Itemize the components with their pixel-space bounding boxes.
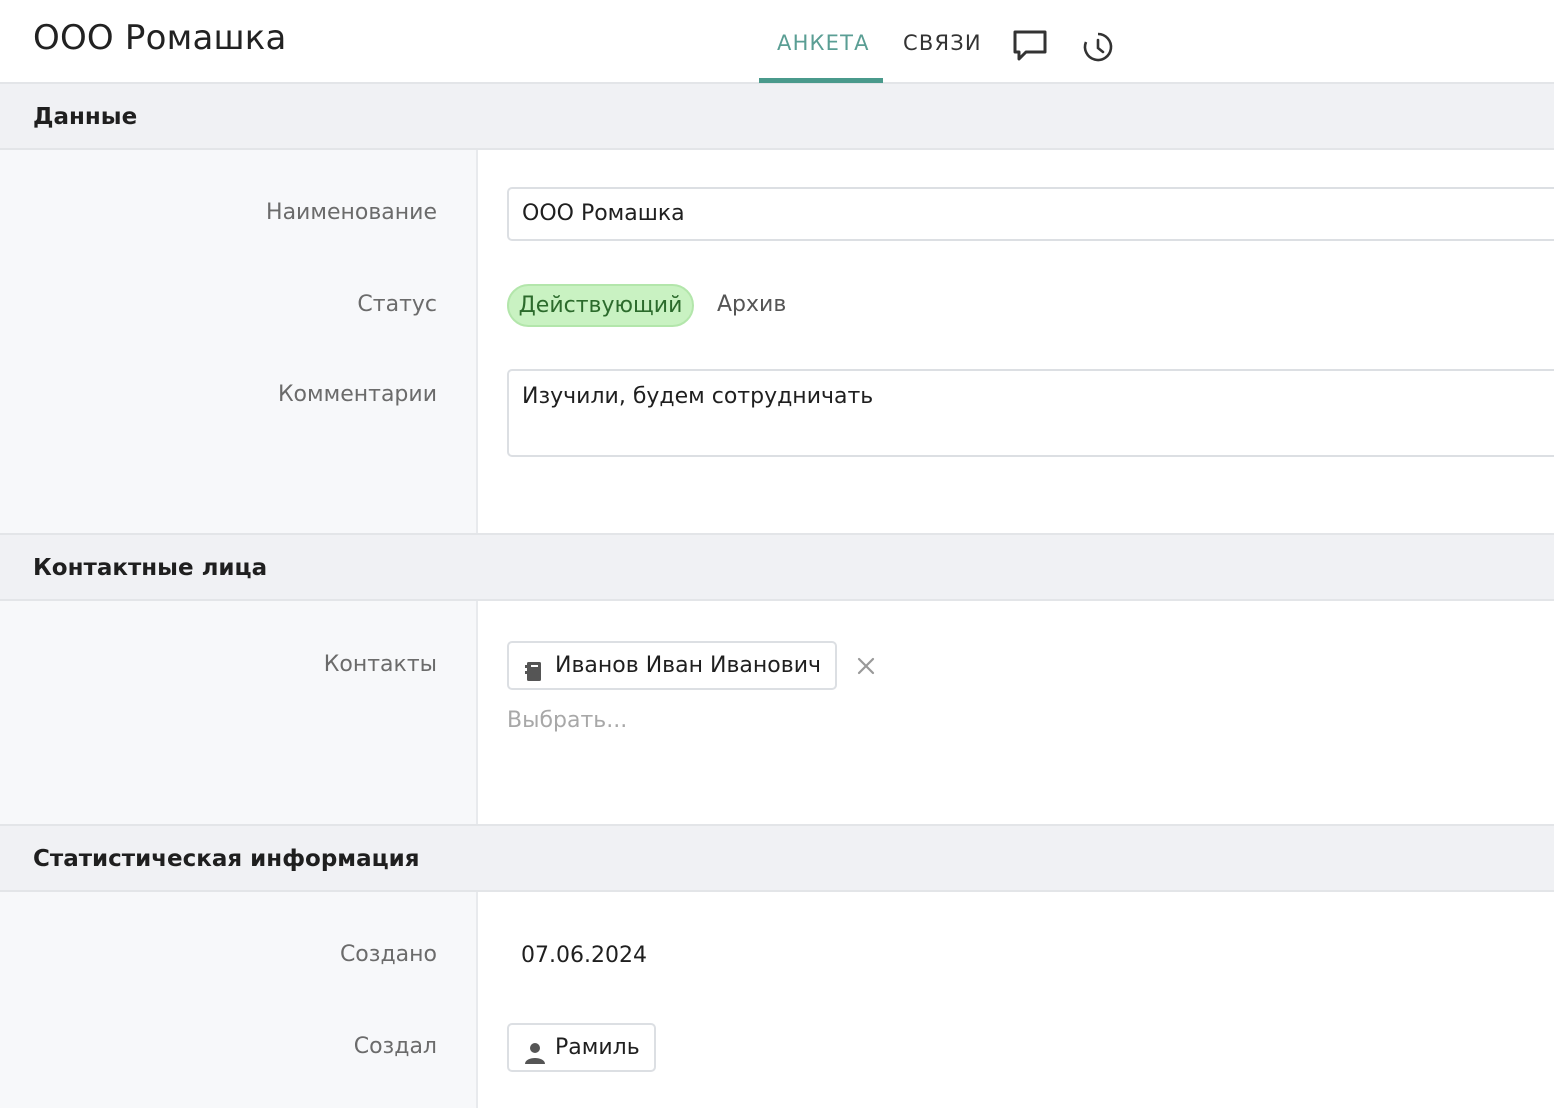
name-input[interactable]: ООО Ромашка	[507, 187, 1554, 241]
contact-card-icon	[523, 654, 545, 699]
tab-links[interactable]: СВЯЗИ	[903, 31, 982, 55]
comment-label: Комментарии	[277, 382, 437, 407]
history-icon[interactable]	[1081, 30, 1115, 68]
user-icon	[523, 1036, 547, 1081]
section-header-contacts: Контактные лица	[0, 535, 1554, 601]
contact-chip[interactable]: Иванов Иван Иванович	[507, 641, 837, 690]
section-title: Контактные лица	[33, 555, 268, 581]
status-option-archive[interactable]: Архив	[717, 292, 786, 317]
contact-name: Иванов Иван Иванович	[555, 653, 821, 678]
active-tab-indicator	[759, 78, 883, 83]
status-option-active[interactable]: Действующий	[507, 284, 694, 327]
select-contact-link[interactable]: Выбрать...	[507, 708, 627, 733]
section-header-stats: Статистическая информация	[0, 826, 1554, 892]
author-label: Создал	[353, 1034, 437, 1059]
page-header: ООО Ромашка АНКЕТА СВЯЗИ	[0, 0, 1554, 84]
label-column	[0, 601, 478, 824]
created-label: Создано	[339, 942, 437, 967]
page-title: ООО Ромашка	[33, 18, 287, 58]
name-label: Наименование	[266, 200, 437, 225]
status-label: Статус	[357, 292, 437, 317]
comment-textarea[interactable]: Изучили, будем сотрудничать	[507, 369, 1554, 457]
contacts-label: Контакты	[323, 652, 437, 677]
author-chip[interactable]: Рамиль	[507, 1023, 656, 1072]
author-name: Рамиль	[555, 1035, 640, 1060]
tab-anketa[interactable]: АНКЕТА	[777, 31, 870, 55]
section-body-stats	[0, 892, 1554, 1108]
section-header-data: Данные	[0, 84, 1554, 150]
comment-icon[interactable]	[1012, 29, 1048, 67]
section-title: Данные	[33, 104, 138, 130]
label-column	[0, 892, 478, 1108]
created-date: 07.06.2024	[521, 943, 647, 968]
remove-contact-icon[interactable]	[854, 654, 878, 678]
section-title: Статистическая информация	[33, 846, 420, 872]
section-body-contacts	[0, 601, 1554, 826]
